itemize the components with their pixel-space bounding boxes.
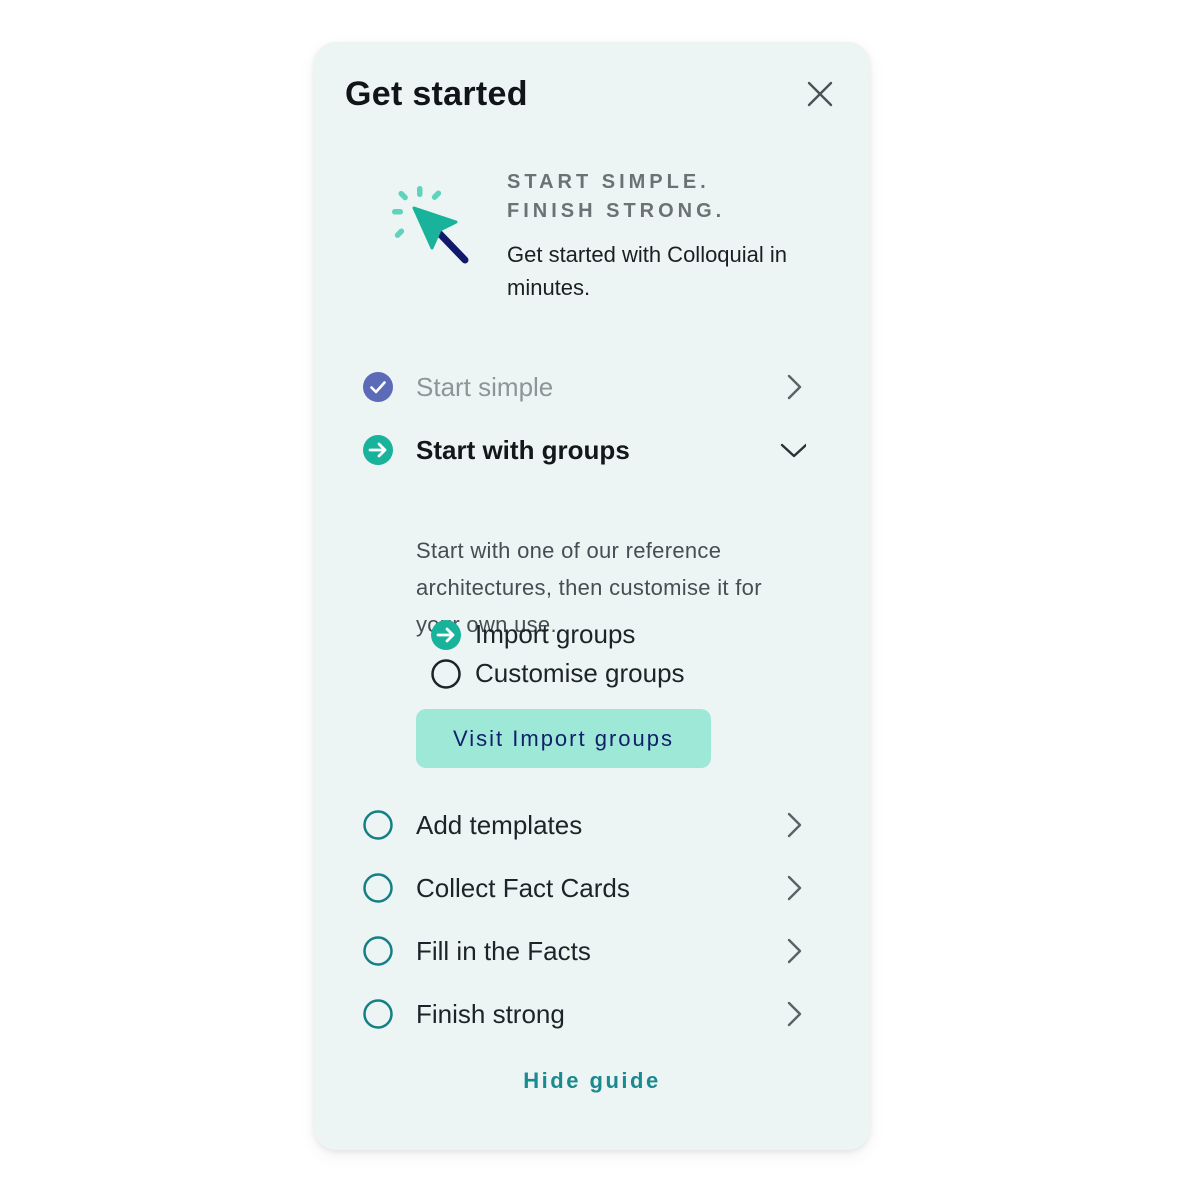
empty-circle-icon bbox=[431, 659, 461, 689]
hide-guide-link[interactable]: Hide guide bbox=[314, 1068, 870, 1094]
chevron-right-icon bbox=[787, 812, 802, 838]
chevron-right-icon bbox=[787, 938, 802, 964]
arrow-circle-icon bbox=[363, 435, 393, 465]
step-finish-strong[interactable]: Finish strong bbox=[362, 991, 812, 1035]
empty-circle-icon bbox=[363, 810, 393, 840]
panel-title: Get started bbox=[345, 75, 528, 113]
cursor-click-icon bbox=[388, 184, 472, 268]
hero-intro: Get started with Colloquial in minutes. bbox=[507, 242, 788, 300]
substep-import-groups[interactable]: Import groups bbox=[430, 616, 750, 650]
hero-tagline: START SIMPLE. FINISH STRONG. bbox=[507, 168, 725, 226]
step-collect-fact-cards[interactable]: Collect Fact Cards bbox=[362, 865, 812, 909]
check-circle-icon bbox=[363, 372, 393, 402]
tagline-line-2: FINISH STRONG. bbox=[507, 200, 726, 222]
chevron-down-icon bbox=[780, 443, 806, 458]
step-add-templates[interactable]: Add templates bbox=[362, 802, 812, 846]
chevron-right-icon bbox=[787, 374, 802, 400]
chevron-right-icon bbox=[787, 1001, 802, 1027]
step-start-simple[interactable]: Start simple bbox=[362, 364, 812, 408]
arrow-circle-icon bbox=[431, 620, 461, 650]
empty-circle-icon bbox=[363, 873, 393, 903]
substep-customise-groups[interactable]: Customise groups bbox=[430, 655, 750, 689]
step-fill-in-the-facts[interactable]: Fill in the Facts bbox=[362, 928, 812, 972]
substep-label: Import groups bbox=[475, 619, 636, 649]
step-label: Collect Fact Cards bbox=[416, 873, 630, 903]
get-started-panel: Get started START SIMPLE. FINISH STRONG.… bbox=[314, 42, 870, 1150]
visit-import-groups-button[interactable]: Visit Import groups bbox=[416, 709, 711, 768]
step-label: Start simple bbox=[416, 372, 554, 402]
substep-label: Customise groups bbox=[475, 658, 685, 688]
step-label: Add templates bbox=[416, 810, 583, 840]
close-button[interactable] bbox=[804, 78, 836, 110]
empty-circle-icon bbox=[363, 999, 393, 1029]
close-icon bbox=[807, 81, 833, 107]
step-label: Fill in the Facts bbox=[416, 936, 591, 966]
step-label: Start with groups bbox=[416, 435, 630, 465]
step-start-with-groups[interactable]: Start with groups bbox=[362, 427, 812, 471]
empty-circle-icon bbox=[363, 936, 393, 966]
step-label: Finish strong bbox=[416, 999, 565, 1029]
tagline-line-1: START SIMPLE. bbox=[507, 171, 710, 193]
chevron-right-icon bbox=[787, 875, 802, 901]
